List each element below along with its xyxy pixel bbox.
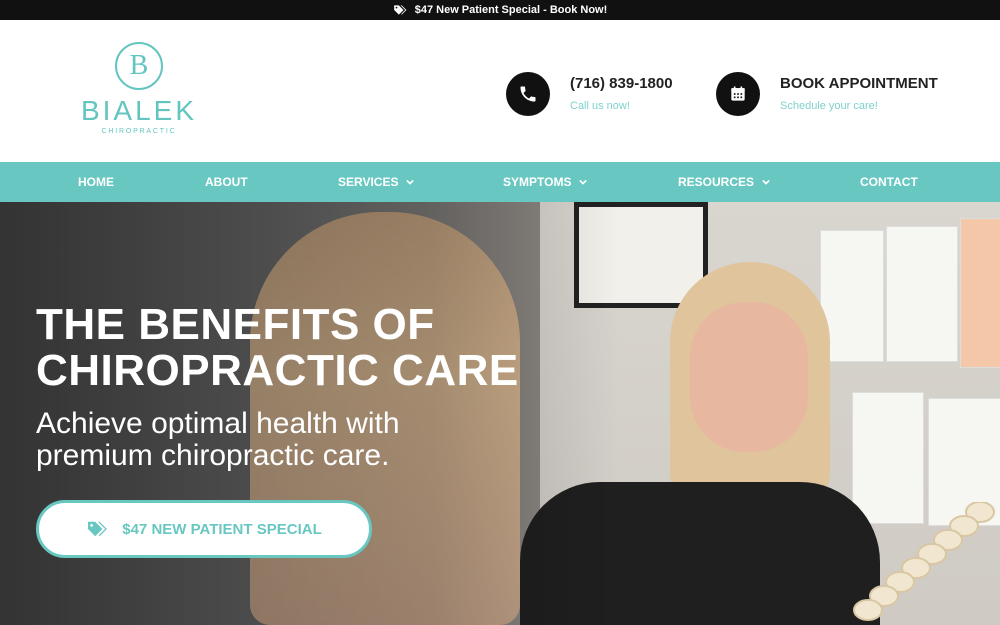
chevron-down-icon: [762, 179, 770, 185]
hero-subtitle-line-2: premium chiropractic care.: [36, 439, 390, 472]
book-appointment[interactable]: BOOK APPOINTMENT Schedule your care!: [716, 72, 938, 116]
calendar-icon: [716, 72, 760, 116]
nav-item-about[interactable]: ABOUT: [205, 175, 248, 189]
promo-text: $47 New Patient Special - Book Now!: [414, 4, 608, 16]
nav-item-symptoms[interactable]: SYMPTOMS: [503, 175, 588, 189]
phone-icon: [506, 72, 550, 116]
logo-name: BIALEK: [80, 95, 198, 126]
nav-item-services[interactable]: SERVICES: [338, 175, 415, 189]
nav-item-contact[interactable]: CONTACT: [860, 175, 918, 189]
nav-label: HOME: [78, 175, 114, 189]
nav-label: SERVICES: [338, 175, 399, 189]
hero-title-line-1: THE BENEFITS OF: [36, 300, 435, 349]
logo[interactable]: B BIALEK CHIROPRACTIC: [80, 42, 198, 135]
chevron-down-icon: [406, 179, 415, 185]
tag-icon: [88, 521, 108, 537]
book-appointment-title[interactable]: BOOK APPOINTMENT: [780, 75, 938, 92]
hero-title-line-2: CHIROPRACTIC CARE: [36, 346, 519, 395]
hero-title: THE BENEFITS OF CHIROPRACTIC CARE: [36, 302, 519, 394]
tag-icon: [393, 5, 407, 15]
phone-subtitle: Call us now!: [570, 100, 630, 112]
new-patient-special-button[interactable]: $47 NEW PATIENT SPECIAL: [36, 500, 372, 558]
nav-item-resources[interactable]: RESOURCES: [678, 175, 770, 189]
hero-section: THE BENEFITS OF CHIROPRACTIC CARE Achiev…: [0, 202, 1000, 625]
logo-subtitle: CHIROPRACTIC: [101, 128, 177, 135]
spine-model: [853, 502, 995, 621]
promo-bar[interactable]: $47 New Patient Special - Book Now!: [0, 0, 1000, 20]
hero-subtitle: Achieve optimal health with premium chir…: [36, 408, 400, 472]
book-appointment-subtitle: Schedule your care!: [780, 100, 878, 112]
main-nav: HOME ABOUT SERVICES SYMPTOMS RESOURCES C…: [0, 162, 1000, 202]
nav-label: RESOURCES: [678, 175, 755, 189]
cta-label: $47 NEW PATIENT SPECIAL: [122, 520, 322, 538]
nav-label: CONTACT: [860, 175, 918, 189]
phone-number[interactable]: (716) 839-1800: [570, 75, 673, 92]
hero-subtitle-line-1: Achieve optimal health with: [36, 407, 400, 440]
nav-label: ABOUT: [205, 175, 248, 189]
nav-item-home[interactable]: HOME: [78, 175, 114, 189]
nav-label: SYMPTOMS: [503, 175, 572, 189]
phone-contact[interactable]: (716) 839-1800 Call us now!: [506, 72, 673, 116]
logo-monogram: B: [115, 42, 163, 90]
chevron-down-icon: [579, 179, 588, 185]
site-header: B BIALEK CHIROPRACTIC (716) 839-1800 Cal…: [0, 20, 1000, 162]
